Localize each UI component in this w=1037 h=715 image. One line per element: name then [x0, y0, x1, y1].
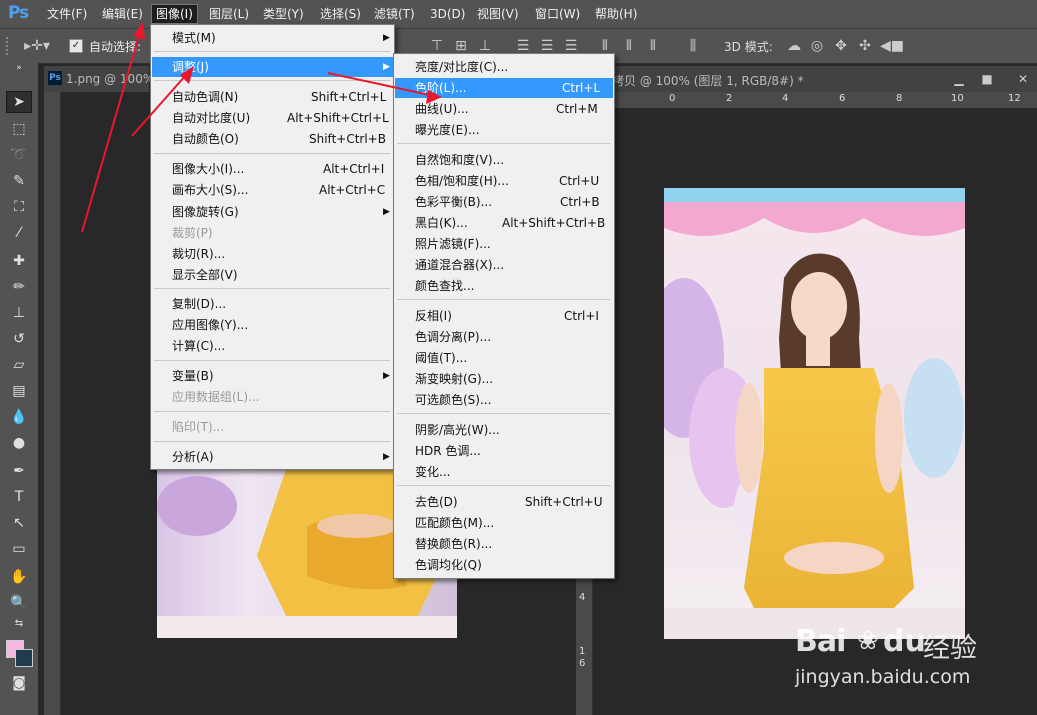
- annotation-arrowhead: [133, 22, 145, 40]
- annotation-arrow-to-levels: [327, 72, 431, 96]
- baidu-jingyan-watermark: Bai ❀ du 经验 jingyan.baidu.com: [795, 622, 1025, 692]
- watermark-brand: Bai: [795, 624, 846, 659]
- watermark-cn: 经验: [923, 633, 977, 664]
- paw-icon: ❀: [857, 626, 879, 656]
- annotation-arrowhead: [426, 90, 442, 104]
- watermark-url: jingyan.baidu.com: [795, 666, 971, 688]
- annotation-arrows: [81, 22, 442, 233]
- watermark-brand-2: du: [883, 624, 926, 659]
- annotation-arrow-to-image-menu: [81, 31, 141, 233]
- annotation-arrow-to-adjustments: [131, 74, 187, 137]
- annotation-arrowhead: [180, 66, 194, 84]
